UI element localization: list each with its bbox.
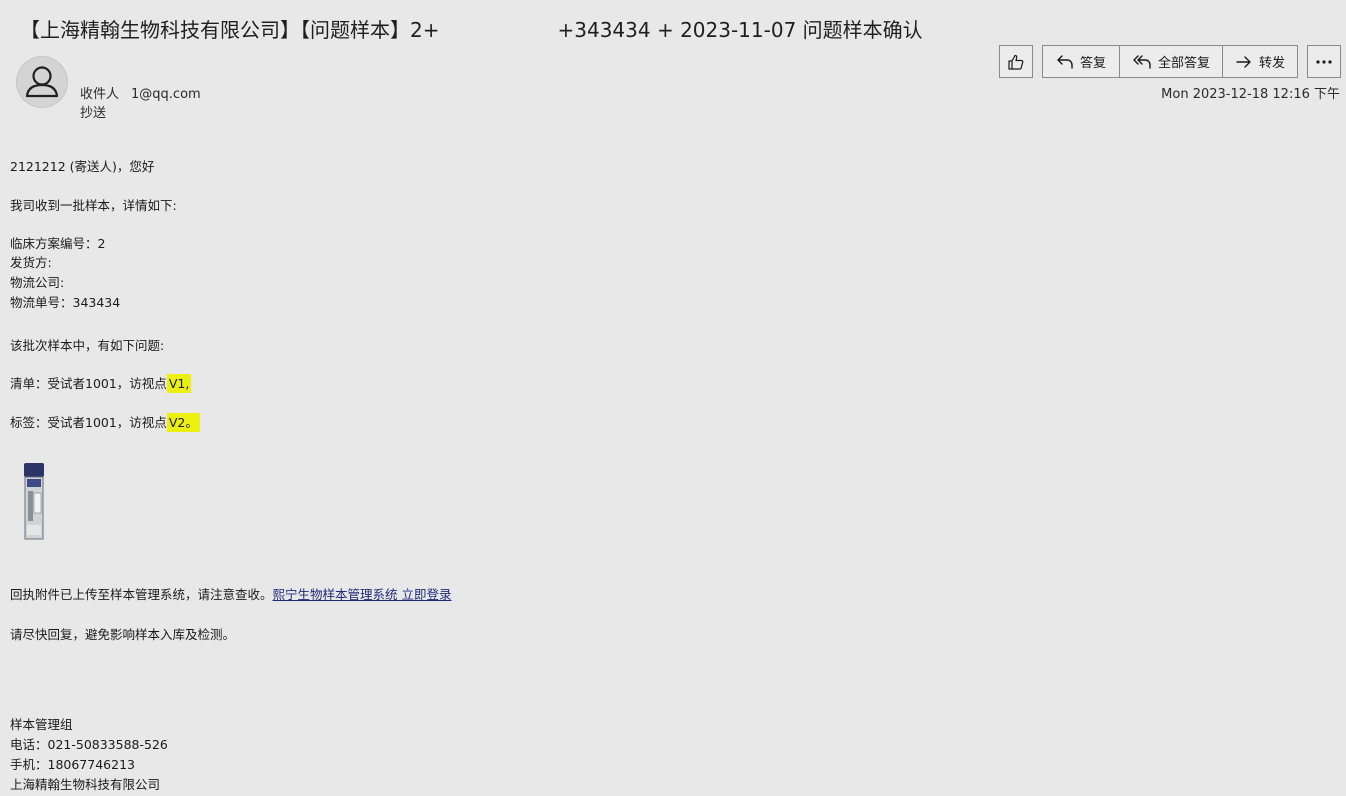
cc-row: 抄送: [80, 102, 106, 121]
subject-left: 【上海精翰生物科技有限公司】【问题样本】2+: [20, 18, 440, 42]
person-icon: [25, 66, 59, 98]
issue-list-text: 清单：受试者1001，访视点: [10, 376, 167, 391]
subject-right: +343434 + 2023-11-07 问题样本确认: [557, 18, 923, 42]
issues-intro-line: 该批次样本中，有如下问题:: [10, 338, 165, 353]
forward-arrow-icon: [1236, 55, 1251, 68]
reply-all-label: 全部答复: [1157, 56, 1210, 71]
signature-team: 样本管理组: [10, 717, 73, 732]
recipients-row: 收件人 1@qq.com: [80, 83, 201, 102]
more-actions-button[interactable]: [1307, 45, 1341, 78]
signature-mobile: 手机：18067746213: [10, 757, 135, 772]
protocol-line: 临床方案编号：2: [10, 236, 106, 251]
more-dots-icon: [1316, 59, 1332, 64]
reply-button[interactable]: 答复: [1042, 45, 1119, 78]
sender-avatar[interactable]: [17, 57, 67, 107]
cc-label: 抄送: [80, 106, 107, 121]
thumbs-up-icon: [1008, 54, 1024, 70]
greeting-line: 2121212 (寄送人)，您好: [10, 159, 155, 174]
email-subject: 【上海精翰生物科技有限公司】【问题样本】2+ +343434 + 2023-11-…: [20, 14, 923, 43]
like-button[interactable]: [999, 45, 1033, 78]
email-reading-pane: 【上海精翰生物科技有限公司】【问题样本】2+ +343434 + 2023-11-…: [0, 0, 1346, 796]
highlighted-visit-v1: V1,: [166, 374, 192, 393]
highlighted-visit-v2: V2。: [166, 413, 200, 432]
recipient-address[interactable]: 1@qq.com: [131, 87, 201, 102]
signature-company: 上海精翰生物科技有限公司: [10, 777, 161, 792]
forward-button[interactable]: 转发: [1222, 45, 1298, 78]
to-label: 收件人: [80, 87, 120, 102]
issue-label-line: 标签：受试者1001，访视点 V2。: [10, 412, 200, 432]
reminder-line: 请尽快回复，避免影响样本入库及检测。: [10, 627, 236, 642]
forward-label: 转发: [1258, 56, 1285, 71]
sample-tube-image[interactable]: [22, 463, 46, 541]
reply-all-icon: [1133, 54, 1151, 69]
reply-label: 答复: [1079, 56, 1106, 71]
receipt-text: 回执附件已上传至样本管理系统，请注意查收。: [10, 587, 273, 602]
receipt-line: 回执附件已上传至样本管理系统，请注意查收。熙宁生物样本管理系统 立即登录: [10, 584, 452, 603]
issue-label-text: 标签：受试者1001，访视点: [10, 415, 167, 430]
tracking-number-line: 物流单号：343434: [10, 295, 121, 310]
issue-list-line: 清单：受试者1001，访视点 V1,: [10, 373, 192, 393]
sent-timestamp: Mon 2023-12-18 12:16 下午: [1161, 87, 1340, 102]
shipper-line: 发货方:: [10, 255, 52, 270]
reply-arrow-icon: [1057, 54, 1073, 69]
logistics-company-line: 物流公司:: [10, 275, 65, 290]
sample-system-login-link[interactable]: 熙宁生物样本管理系统 立即登录: [273, 587, 452, 602]
intro-line: 我司收到一批样本，详情如下:: [10, 198, 177, 213]
signature-phone: 电话：021-50833588-526: [10, 737, 168, 752]
reply-all-button[interactable]: 全部答复: [1119, 45, 1222, 78]
